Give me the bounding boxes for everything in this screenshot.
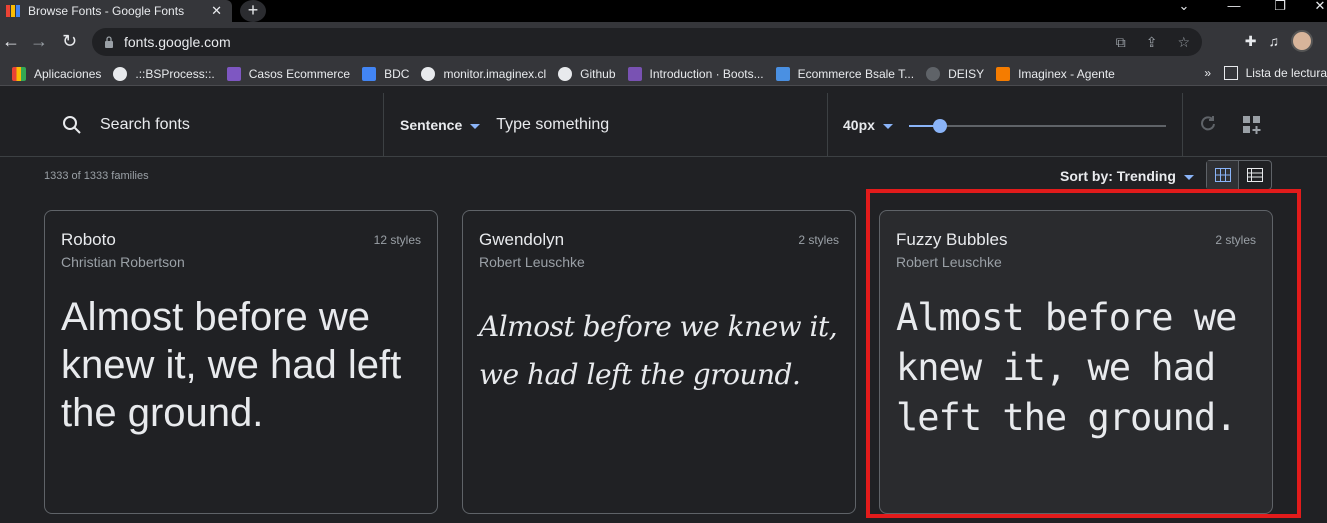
bookmark-item[interactable]: Introduction · Boots... xyxy=(627,66,764,81)
reload-icon[interactable]: ↻ xyxy=(62,31,77,52)
back-arrow-icon[interactable]: ← xyxy=(2,31,20,52)
url-text: fonts.google.com xyxy=(124,34,231,50)
font-sample-text: Almost before we knew it, we had left th… xyxy=(479,310,838,391)
bookmark-item[interactable]: Casos Ecommerce xyxy=(226,66,350,81)
bookmark-item[interactable]: Imaginex - Agente xyxy=(996,66,1115,81)
list-view-icon xyxy=(1247,168,1263,182)
bookmarks-bar: Aplicaciones .::BSProcess::. Casos Ecomm… xyxy=(0,62,1327,86)
list-view-button[interactable] xyxy=(1239,161,1271,189)
font-author: Robert Leuschke xyxy=(479,254,585,270)
font-size-dropdown[interactable]: 40px xyxy=(843,117,893,133)
preview-mode-dropdown[interactable]: Sentence xyxy=(400,117,481,133)
font-size-control: 40px xyxy=(829,93,1183,157)
person-icon xyxy=(775,66,790,81)
font-controls-bar: Search fonts Sentence Type something 40p… xyxy=(0,93,1327,157)
google-fonts-favicon-icon xyxy=(6,5,20,17)
github-icon xyxy=(558,66,573,81)
translate-icon[interactable]: ⧉ xyxy=(1116,34,1126,51)
tab-strip: Browse Fonts - Google Fonts ✕ + ⌄ — ❐ ✕ xyxy=(0,0,1327,22)
preview-text-placeholder: Type something xyxy=(496,116,610,133)
font-name: Gwendolyn xyxy=(479,230,565,249)
media-control-icon[interactable]: ♫ xyxy=(1269,33,1280,49)
reading-list-icon xyxy=(1223,66,1238,80)
selected-families-icon[interactable] xyxy=(1242,115,1262,135)
more-bookmarks-button[interactable]: » xyxy=(1204,66,1211,80)
tab-close-icon[interactable]: ✕ xyxy=(211,3,222,19)
bookmark-item[interactable]: BDC xyxy=(362,66,409,81)
search-placeholder: Search fonts xyxy=(100,116,190,133)
tab-search-icon[interactable]: ⌄ xyxy=(1160,0,1208,22)
view-toggle xyxy=(1206,160,1272,190)
style-count: 12 styles xyxy=(373,233,421,247)
forward-arrow-icon[interactable]: → xyxy=(30,31,48,52)
minimize-icon[interactable]: — xyxy=(1210,0,1258,22)
address-bar[interactable]: fonts.google.com ⧉ ⇪ ☆ xyxy=(92,28,1202,56)
chevron-down-icon xyxy=(1183,174,1194,180)
grid-view-icon xyxy=(1214,168,1231,182)
browser-tab[interactable]: Browse Fonts - Google Fonts ✕ xyxy=(0,0,232,22)
font-name: Roboto xyxy=(61,230,116,249)
bolt-icon xyxy=(996,66,1011,81)
sort-dropdown[interactable]: Sort by: Trending xyxy=(1060,168,1194,184)
globe-icon xyxy=(113,66,128,81)
link-icon xyxy=(926,66,941,81)
apps-grid-icon xyxy=(12,66,26,81)
list-icon xyxy=(226,66,241,81)
font-card-roboto[interactable]: Roboto 12 styles Christian Robertson Alm… xyxy=(44,210,438,514)
font-size-slider[interactable] xyxy=(909,119,1166,133)
bookmark-item[interactable]: .::BSProcess::. xyxy=(113,66,215,81)
new-tab-button[interactable]: + xyxy=(240,0,266,22)
globe-icon xyxy=(421,66,436,81)
chevron-down-icon xyxy=(882,123,893,129)
search-fonts-field[interactable]: Search fonts xyxy=(0,93,384,157)
extensions-puzzle-icon[interactable]: ✚ xyxy=(1245,33,1257,50)
bootstrap-icon xyxy=(627,66,642,81)
bookmark-item[interactable]: Github xyxy=(558,66,616,81)
highlight-annotation-box xyxy=(866,189,1301,518)
bookmark-item[interactable]: Ecommerce Bsale T... xyxy=(775,66,914,81)
font-card-gwendolyn[interactable]: Gwendolyn 2 styles Robert Leuschke Almos… xyxy=(462,210,856,514)
style-count: 2 styles xyxy=(798,233,839,247)
tab-title: Browse Fonts - Google Fonts xyxy=(28,4,185,18)
results-count: 1333 of 1333 families xyxy=(44,170,149,182)
share-icon[interactable]: ⇪ xyxy=(1146,34,1158,51)
grid-view-button[interactable] xyxy=(1207,161,1240,189)
reading-list-button[interactable]: Lista de lectura xyxy=(1223,66,1327,80)
bookmark-item[interactable]: Aplicaciones xyxy=(12,66,101,81)
bookmark-item[interactable]: monitor.imaginex.cl xyxy=(421,66,546,81)
browser-toolbar: ← → ↻ fonts.google.com ⧉ ⇪ ☆ ✚ ♫ xyxy=(0,22,1327,62)
font-sample-text: Almost before we knew it, we had left th… xyxy=(61,295,402,435)
profile-avatar[interactable] xyxy=(1291,30,1313,52)
reset-icon[interactable] xyxy=(1199,115,1217,133)
bookmark-star-icon[interactable]: ☆ xyxy=(1177,34,1190,51)
chevron-down-icon xyxy=(470,123,481,129)
board-icon xyxy=(362,66,377,81)
font-author: Christian Robertson xyxy=(61,254,185,270)
search-icon xyxy=(63,116,81,134)
bookmark-item[interactable]: DEISY xyxy=(926,66,984,81)
close-window-icon[interactable]: ✕ xyxy=(1296,0,1327,22)
preview-text-field[interactable]: Sentence Type something xyxy=(385,93,828,157)
lock-icon xyxy=(105,36,113,48)
slider-thumb[interactable] xyxy=(932,119,947,133)
